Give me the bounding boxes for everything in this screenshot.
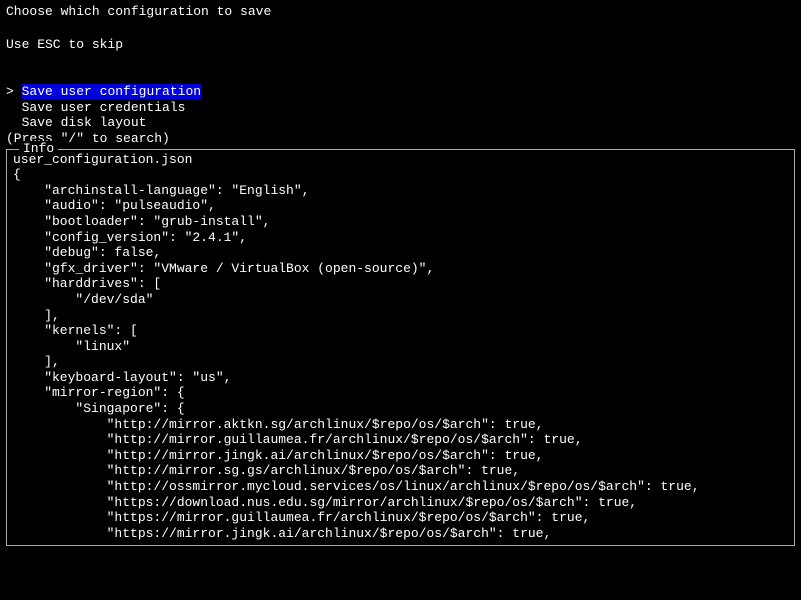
config-json-line: "audio": "pulseaudio", bbox=[13, 198, 788, 214]
menu-item-save-disk-layout[interactable]: Save disk layout bbox=[6, 115, 795, 131]
config-json-line: ], bbox=[13, 308, 788, 324]
config-json-line: "https://download.nus.edu.sg/mirror/arch… bbox=[13, 495, 788, 511]
info-panel: Info user_configuration.json { "archinst… bbox=[6, 149, 795, 547]
menu-item-label: Save user configuration bbox=[22, 84, 201, 99]
config-filename: user_configuration.json bbox=[13, 152, 788, 168]
menu-item-save-user-creds[interactable]: Save user credentials bbox=[6, 100, 795, 116]
config-json-line: "Singapore": { bbox=[13, 401, 788, 417]
config-json-line: ], bbox=[13, 354, 788, 370]
config-json-line: "http://ossmirror.mycloud.services/os/li… bbox=[13, 479, 788, 495]
config-json-line: "http://mirror.jingk.ai/archlinux/$repo/… bbox=[13, 448, 788, 464]
config-json-line: "http://mirror.aktkn.sg/archlinux/$repo/… bbox=[13, 417, 788, 433]
menu-item-save-user-config[interactable]: > Save user configuration bbox=[6, 84, 795, 100]
config-json-line: "http://mirror.sg.gs/archlinux/$repo/os/… bbox=[13, 463, 788, 479]
esc-hint: Use ESC to skip bbox=[6, 37, 795, 53]
config-prompt: Choose which configuration to save bbox=[6, 4, 795, 20]
menu-cursor: > bbox=[6, 84, 14, 99]
config-json-line: "config_version": "2.4.1", bbox=[13, 230, 788, 246]
search-hint: (Press "/" to search) bbox=[6, 131, 795, 147]
config-json-line: "/dev/sda" bbox=[13, 292, 788, 308]
config-json-line: "keyboard-layout": "us", bbox=[13, 370, 788, 386]
config-json-line: "gfx_driver": "VMware / VirtualBox (open… bbox=[13, 261, 788, 277]
config-json-line: "debug": false, bbox=[13, 245, 788, 261]
config-json-line: "harddrives": [ bbox=[13, 276, 788, 292]
menu-item-label: Save disk layout bbox=[22, 115, 147, 130]
config-json-line: "kernels": [ bbox=[13, 323, 788, 339]
config-json-line: "linux" bbox=[13, 339, 788, 355]
config-json-line: "http://mirror.guillaumea.fr/archlinux/$… bbox=[13, 432, 788, 448]
config-json-line: "archinstall-language": "English", bbox=[13, 183, 788, 199]
config-json-line: "bootloader": "grub-install", bbox=[13, 214, 788, 230]
info-panel-title: Info bbox=[19, 141, 58, 157]
config-json-line: "https://mirror.guillaumea.fr/archlinux/… bbox=[13, 510, 788, 526]
config-json-line: { bbox=[13, 167, 788, 183]
menu-item-label: Save user credentials bbox=[22, 100, 186, 115]
config-json-line: "https://mirror.jingk.ai/archlinux/$repo… bbox=[13, 526, 788, 542]
config-json-line: "mirror-region": { bbox=[13, 385, 788, 401]
